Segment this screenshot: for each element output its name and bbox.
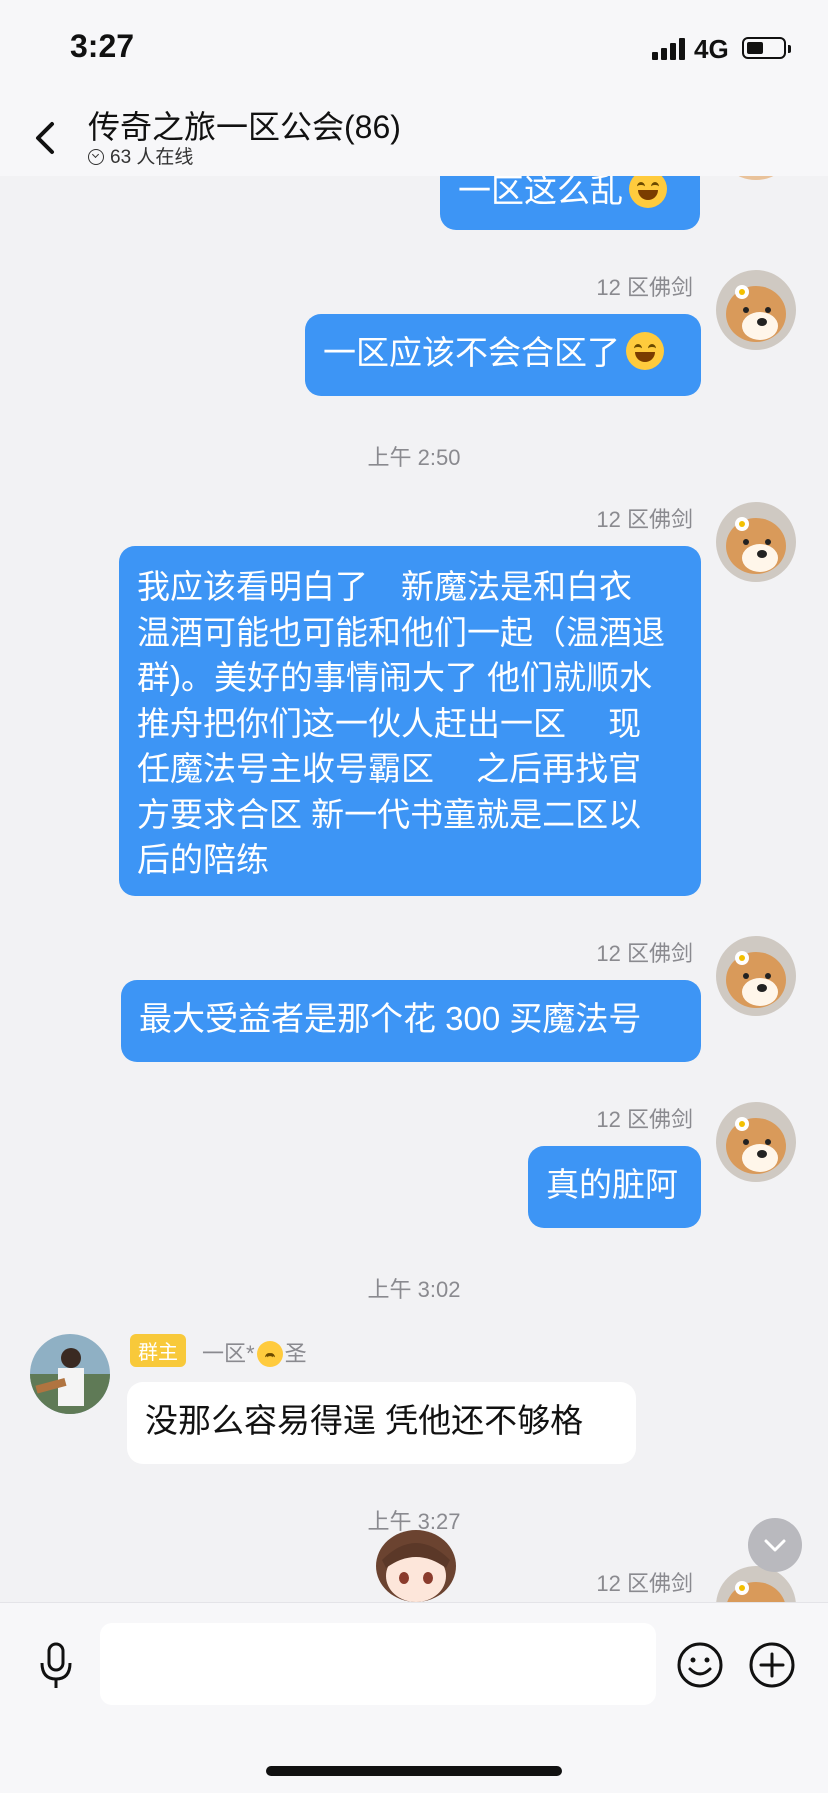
message-line: 温酒可能也可能和他们一起（温酒退 <box>137 613 665 651</box>
input-bar <box>0 1602 828 1793</box>
sender-name: 一区* 圣 <box>202 1336 307 1368</box>
avatar-shiba[interactable] <box>716 1102 796 1182</box>
battery-icon <box>742 37 791 59</box>
message-line: 方要求合区 新一代书童就是二区以 <box>137 795 642 833</box>
online-count-text: 63 人在线 <box>110 147 194 168</box>
avatar-group-owner[interactable] <box>30 1334 110 1414</box>
signal-icon <box>652 36 688 60</box>
message-text: 真的脏阿 <box>546 1166 678 1203</box>
emoji-button[interactable] <box>676 1641 724 1689</box>
clock: 3:27 <box>70 28 135 64</box>
message-line: 推舟把你们这一伙人赶出一区 现 <box>137 704 642 742</box>
message-bubble[interactable]: 没那么容易得逞 凭他还不够格 <box>127 1382 636 1464</box>
avatar-shiba[interactable] <box>716 270 796 350</box>
back-button[interactable] <box>26 116 66 160</box>
avatar-shiba[interactable] <box>716 502 796 582</box>
message-bubble[interactable]: 真的脏阿 <box>528 1146 701 1228</box>
plus-circle-icon <box>749 1642 795 1688</box>
message-line: 群)。美好的事情闹大了 他们就顺水 <box>137 659 653 696</box>
message-bubble[interactable]: 一区应该不会合区了 <box>305 314 701 396</box>
message-text: 最大受益者是那个花 300 买魔法号 <box>139 1000 642 1037</box>
sender-name: 12 区佛剑 <box>596 941 693 966</box>
laughing-emoji-icon <box>626 332 664 370</box>
sender-name: 12 区佛剑 <box>596 1571 693 1596</box>
timestamp: 上午 2:50 <box>367 445 461 470</box>
heart-eyes-emoji-icon <box>256 1341 283 1367</box>
chibi-character-sticker[interactable] <box>368 1516 464 1602</box>
chat-history[interactable]: 一区这么乱 12 区佛剑 一区应该不会合区了 上午 2:50 12 区佛剑 我应… <box>0 0 828 1646</box>
timestamp: 上午 3:02 <box>367 1277 461 1302</box>
message-bubble[interactable]: 最大受益者是那个花 300 买魔法号 <box>121 980 701 1062</box>
scroll-to-bottom-button[interactable] <box>748 1518 802 1572</box>
message-text: 一区应该不会合区了 <box>323 334 620 371</box>
sender-name-suffix: 圣 <box>284 1341 307 1366</box>
message-text: 没那么容易得逞 凭他还不够格 <box>145 1402 584 1439</box>
home-indicator[interactable] <box>266 1766 562 1776</box>
sender-name: 12 区佛剑 <box>596 507 693 532</box>
message-input[interactable] <box>100 1623 656 1705</box>
plus-button[interactable] <box>748 1641 796 1689</box>
sender-name-prefix: 一区* <box>202 1341 255 1366</box>
voice-button[interactable] <box>34 1641 78 1691</box>
microphone-icon <box>40 1642 72 1688</box>
online-count[interactable]: 63 人在线 <box>88 142 193 169</box>
sender-name: 12 区佛剑 <box>596 275 693 300</box>
chevron-down-circle-icon <box>88 149 104 165</box>
message-bubble[interactable]: 我应该看明白了 新魔法是和白衣 温酒可能也可能和他们一起（温酒退 群)。美好的事… <box>119 546 701 896</box>
chat-header: 传奇之旅一区公会(86) 63 人在线 <box>0 100 828 176</box>
avatar-shiba[interactable] <box>716 936 796 1016</box>
message-text: 一区这么乱 <box>458 172 623 209</box>
chevron-down-icon <box>764 1539 786 1552</box>
message-line: 后的陪练 <box>137 841 269 878</box>
owner-badge: 群主 <box>130 1334 186 1367</box>
chevron-left-icon <box>36 122 54 154</box>
sender-name: 12 区佛剑 <box>596 1107 693 1132</box>
message-line: 任魔法号主收号霸区 之后再找官 <box>137 750 642 787</box>
smiley-icon <box>677 1642 723 1688</box>
status-bar: 3:27 4G <box>0 0 828 100</box>
message-line: 我应该看明白了 新魔法是和白衣 <box>137 568 632 605</box>
network-type: 4G <box>694 34 729 64</box>
